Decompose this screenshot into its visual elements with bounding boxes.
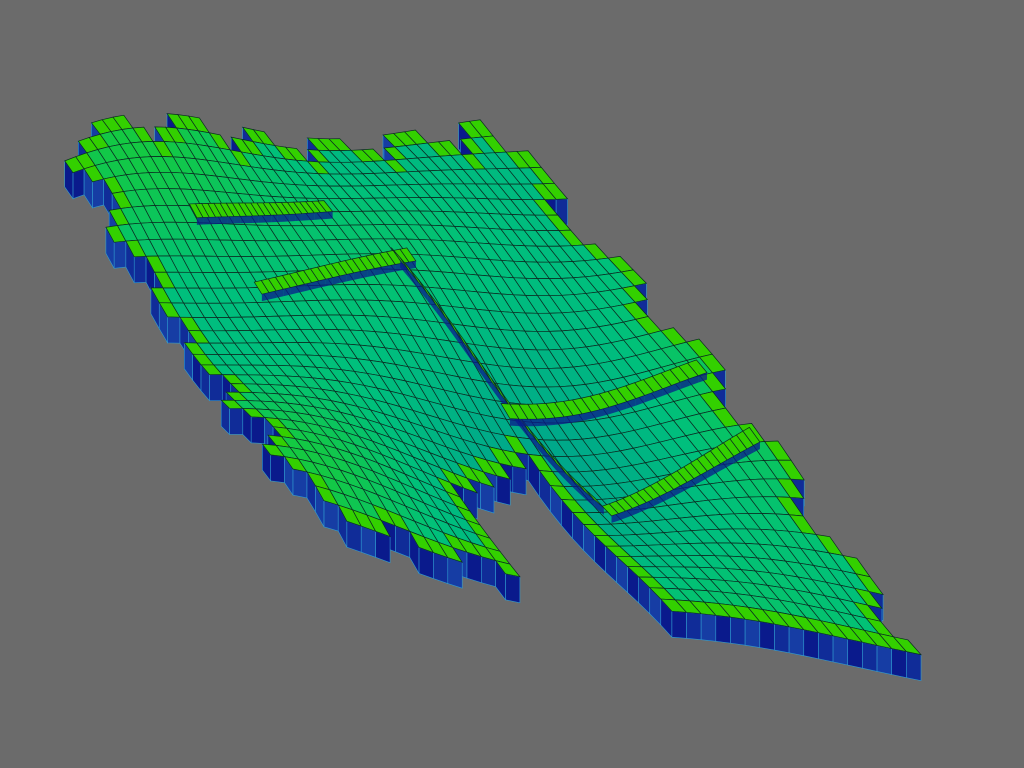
grid-wall-face (715, 614, 731, 644)
reservoir-grid-scene[interactable] (0, 0, 1024, 768)
grid-wall-face (229, 407, 244, 435)
fault-ridge-shadow (528, 419, 538, 427)
fault-ridge-shadow (252, 215, 259, 223)
grid-wall-face (803, 629, 819, 660)
grid-wall-face (447, 557, 463, 589)
fault-ridge-shadow (227, 216, 235, 224)
fault-ridge-shadow (271, 215, 278, 223)
grid-wall-face (481, 556, 496, 588)
grid-wall-face (480, 482, 495, 514)
grid-wall-face (862, 641, 878, 672)
grid-wall-face (906, 651, 922, 682)
grid-wall-face (774, 623, 790, 654)
grid-wall-face (250, 416, 265, 444)
fault-ridge-shadow (301, 213, 309, 221)
fault-ridge-shadow (381, 265, 389, 275)
grid-wall-face (433, 552, 449, 584)
grid-wall-face (876, 645, 893, 675)
grid-wall-face (270, 454, 285, 483)
fault-ridge-shadow (564, 415, 574, 424)
fault-ridge-shadow (215, 216, 222, 225)
3d-viewport[interactable] (0, 0, 1024, 768)
fault-ridge-shadow (555, 416, 565, 425)
grid-wall-face (832, 635, 849, 666)
fault-ridge-shadow (326, 211, 333, 219)
grid-wall-face (167, 316, 181, 344)
fault-ridge-shadow (221, 216, 228, 224)
fault-ridge-shadow (277, 214, 284, 223)
grid-wall-face (496, 475, 511, 506)
fault-ridge-shadow (367, 268, 375, 277)
fault-ridge-shadow (320, 211, 327, 220)
fault-ridge-shadow (246, 215, 253, 224)
grid-wall-face (744, 618, 761, 648)
grid-wall-face (466, 551, 482, 584)
fault-ridge-shadow (289, 214, 296, 222)
fault-ridge-shadow (546, 417, 556, 426)
fault-ridge-shadow (509, 418, 519, 427)
grid-wall-face (512, 465, 527, 496)
grid-wall-face (505, 573, 521, 604)
fault-ridge-shadow (203, 217, 210, 225)
grid-wall-face (292, 468, 308, 499)
fault-ridge-shadow (537, 418, 547, 427)
fault-ridge-shadow (240, 216, 247, 224)
grid-wall-face (133, 255, 147, 284)
grid-wall-face (686, 612, 702, 641)
fault-ridge-shadow (283, 214, 290, 222)
grid-wall-face (759, 621, 775, 651)
grid-wall-face (113, 240, 127, 269)
fault-ridge-shadow (264, 215, 272, 223)
fault-ridge-shadow (388, 264, 396, 273)
grid-wall-face (671, 610, 687, 639)
fault-ridge-shadow (409, 260, 416, 270)
fault-ridge-shadow (258, 215, 265, 223)
fault-ridge-shadow (196, 217, 204, 225)
grid-wall-face (847, 638, 863, 669)
grid-wall-face (209, 374, 223, 401)
fault-ridge-shadow (374, 267, 382, 276)
fault-ridge-shadow (234, 216, 241, 224)
fault-ridge-shadow (209, 217, 216, 225)
grid-wall-face (788, 626, 805, 657)
fault-ridge-shadow (360, 269, 368, 279)
grid-wall-face (323, 500, 339, 532)
fault-ridge-shadow (308, 212, 315, 221)
grid-wall-face (346, 520, 362, 553)
fault-ridge-shadow (518, 419, 529, 427)
grid-wall-face (700, 613, 717, 642)
fault-ridge-shadow (314, 212, 321, 220)
grid-wall-face (92, 178, 105, 209)
grid-wall-face (72, 168, 85, 200)
grid-wall-face (891, 648, 907, 678)
grid-wall-face (730, 616, 746, 646)
grid-wall-face (818, 632, 834, 663)
fault-ridge-shadow (295, 213, 302, 222)
